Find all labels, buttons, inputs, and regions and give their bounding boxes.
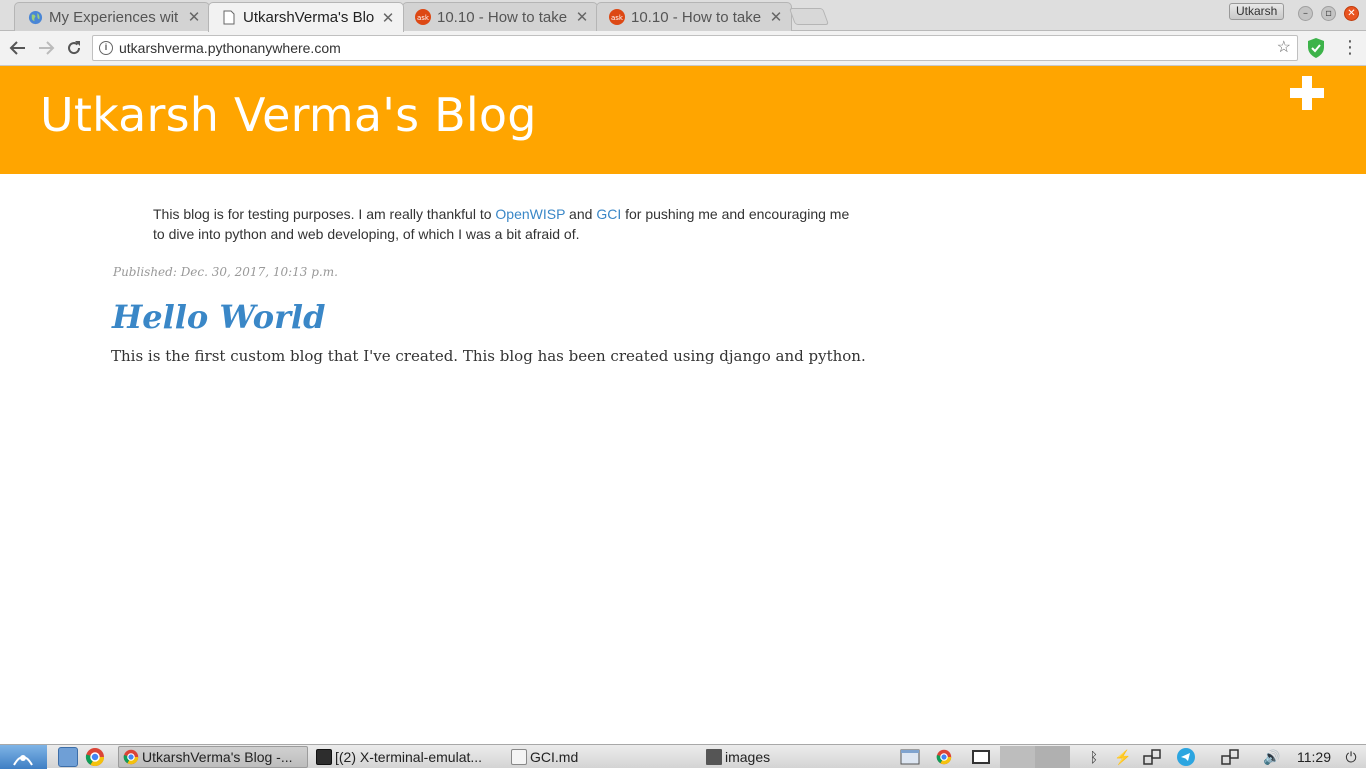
svg-text:ask: ask bbox=[417, 14, 430, 22]
web-page: Utkarsh Verma's Blog This blog is for te… bbox=[0, 66, 1366, 744]
address-bar[interactable]: i utkarshverma.pythonanywhere.com ☆ bbox=[92, 35, 1298, 61]
workspace-switcher[interactable] bbox=[1000, 746, 1070, 768]
profile-button[interactable]: Utkarsh bbox=[1229, 3, 1285, 20]
close-tab-icon[interactable]: ✕ bbox=[575, 8, 589, 26]
tab-title: UtkarshVerma's Blo bbox=[243, 9, 375, 26]
telegram-icon[interactable] bbox=[1175, 746, 1197, 768]
clock[interactable]: 11:29 bbox=[1297, 745, 1331, 769]
openwisp-link[interactable]: OpenWISP bbox=[495, 206, 565, 222]
close-window-icon[interactable]: ✕ bbox=[1344, 6, 1359, 21]
file-manager-launcher-icon[interactable] bbox=[58, 747, 78, 767]
chrome-tray-icon[interactable] bbox=[932, 746, 956, 768]
taskbar-window-label: images bbox=[725, 749, 771, 765]
svg-text:ask: ask bbox=[611, 14, 624, 22]
chrome-menu-icon[interactable]: ⋮ bbox=[1340, 36, 1360, 60]
bookmark-star-icon[interactable]: ☆ bbox=[1277, 36, 1291, 60]
network-icon[interactable] bbox=[1218, 746, 1242, 768]
network-icon[interactable] bbox=[1140, 746, 1164, 768]
new-tab-button[interactable] bbox=[788, 8, 830, 25]
forward-arrow-icon[interactable] bbox=[33, 35, 59, 61]
url-text: utkarshverma.pythonanywhere.com bbox=[119, 40, 341, 56]
taskbar-window-label: GCI.md bbox=[530, 749, 579, 765]
post-title-link[interactable]: Hello World bbox=[112, 298, 325, 336]
maximize-icon[interactable]: ▫ bbox=[1321, 6, 1336, 21]
intro-text: and bbox=[565, 206, 597, 222]
back-arrow-icon[interactable] bbox=[5, 35, 31, 61]
text-file-icon bbox=[511, 749, 527, 765]
bluetooth-icon[interactable]: ᛒ bbox=[1085, 746, 1103, 768]
volume-icon[interactable]: 🔊 bbox=[1260, 746, 1284, 768]
intro-paragraph: This blog is for testing purposes. I am … bbox=[153, 204, 858, 244]
taskbar-window-chrome[interactable]: UtkarshVerma's Blog -... bbox=[118, 746, 308, 768]
tab-title: 10.10 - How to take bbox=[631, 8, 762, 26]
tab-my-experiences[interactable]: My Experiences wit ✕ bbox=[14, 2, 210, 31]
display-icon[interactable] bbox=[968, 746, 994, 768]
tab-askubuntu-2[interactable]: ask 10.10 - How to take ✕ bbox=[596, 2, 792, 31]
intro-text: This blog is for testing purposes. I am … bbox=[153, 206, 496, 222]
browser-tab-strip: My Experiences wit ✕ UtkarshVerma's Blo … bbox=[0, 0, 1366, 32]
shield-extension-icon[interactable] bbox=[1306, 37, 1326, 59]
close-tab-icon[interactable]: ✕ bbox=[187, 8, 201, 26]
minimize-icon[interactable]: – bbox=[1298, 6, 1313, 21]
chrome-launcher-icon[interactable] bbox=[85, 747, 105, 767]
tab-askubuntu-1[interactable]: ask 10.10 - How to take ✕ bbox=[402, 2, 598, 31]
tab-utkarsh-blog[interactable]: UtkarshVerma's Blo ✕ bbox=[208, 2, 404, 32]
terminal-icon bbox=[316, 749, 332, 765]
taskbar-window-terminal[interactable]: [(2) X-terminal-emulat... bbox=[312, 746, 504, 768]
tab-title: My Experiences wit bbox=[49, 8, 179, 26]
browser-toolbar: i utkarshverma.pythonanywhere.com ☆ ⋮ bbox=[0, 31, 1366, 66]
tab-title: 10.10 - How to take bbox=[437, 8, 568, 26]
taskbar-window-gci[interactable]: GCI.md bbox=[507, 746, 697, 768]
power-icon[interactable]: ⚡ bbox=[1114, 746, 1132, 768]
reload-icon[interactable] bbox=[61, 35, 87, 61]
close-tab-icon[interactable]: ✕ bbox=[381, 9, 395, 27]
start-menu-button[interactable] bbox=[0, 745, 47, 769]
page-header: Utkarsh Verma's Blog bbox=[0, 66, 1366, 174]
chrome-icon bbox=[123, 749, 139, 765]
gci-link[interactable]: GCI bbox=[596, 206, 621, 222]
taskbar-window-images[interactable]: images bbox=[702, 746, 892, 768]
folder-icon bbox=[706, 749, 722, 765]
askubuntu-icon: ask bbox=[609, 9, 625, 25]
close-tab-icon[interactable]: ✕ bbox=[769, 8, 783, 26]
shutdown-icon[interactable]: ⏻ bbox=[1340, 746, 1362, 768]
taskbar-window-label: [(2) X-terminal-emulat... bbox=[335, 749, 483, 765]
taskbar-window-label: UtkarshVerma's Blog -... bbox=[142, 749, 293, 765]
askubuntu-icon: ask bbox=[415, 9, 431, 25]
post-published-date: Published: Dec. 30, 2017, 10:13 p.m. bbox=[113, 265, 338, 279]
taskbar: UtkarshVerma's Blog -... [(2) X-terminal… bbox=[0, 744, 1366, 769]
globe-icon bbox=[27, 9, 43, 25]
post-body: This is the first custom blog that I've … bbox=[111, 347, 866, 365]
page-icon bbox=[221, 10, 237, 26]
info-icon[interactable]: i bbox=[99, 41, 113, 55]
plus-icon[interactable] bbox=[1290, 76, 1324, 110]
window-switcher-icon[interactable] bbox=[899, 746, 921, 768]
blog-title[interactable]: Utkarsh Verma's Blog bbox=[40, 88, 537, 142]
